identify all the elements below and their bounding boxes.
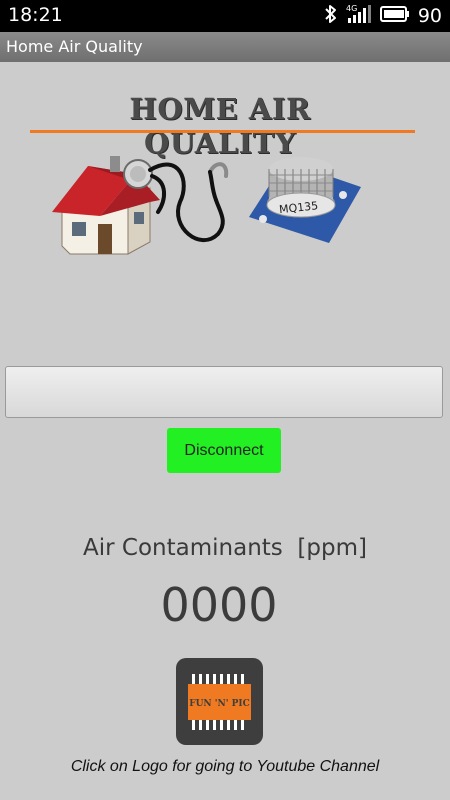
banner-image: HOME AIR QUALITY MQ135 bbox=[30, 92, 415, 262]
ppm-value: 0000 bbox=[160, 578, 278, 632]
app-title-bar: Home Air Quality bbox=[0, 32, 450, 62]
bluetooth-icon bbox=[324, 4, 338, 28]
logo-caption: Click on Logo for going to Youtube Chann… bbox=[70, 758, 380, 775]
mq135-sensor-icon: MQ135 bbox=[249, 157, 361, 243]
status-time: 18:21 bbox=[8, 4, 63, 26]
banner-divider bbox=[30, 130, 415, 133]
status-bar: 18:21 4G 90 bbox=[0, 0, 450, 32]
disconnect-button[interactable]: Disconnect bbox=[167, 428, 281, 473]
battery-icon bbox=[379, 6, 410, 26]
fun-n-pic-chip-icon: FUN 'N' PIC bbox=[188, 674, 251, 730]
status-icons: 4G 90 bbox=[324, 3, 442, 29]
connect-picker-button[interactable] bbox=[5, 366, 443, 418]
battery-percent: 90 bbox=[417, 5, 442, 27]
signal-icon: 4G bbox=[346, 4, 372, 28]
network-type-label: 4G bbox=[346, 4, 357, 13]
house-stethoscope-icon bbox=[52, 156, 229, 255]
air-contaminants-label: Air Contaminants [ppm] bbox=[83, 535, 367, 561]
app-title: Home Air Quality bbox=[6, 37, 143, 56]
logo-text: FUN 'N' PIC bbox=[189, 699, 250, 709]
youtube-logo-button[interactable]: FUN 'N' PIC bbox=[176, 658, 263, 745]
